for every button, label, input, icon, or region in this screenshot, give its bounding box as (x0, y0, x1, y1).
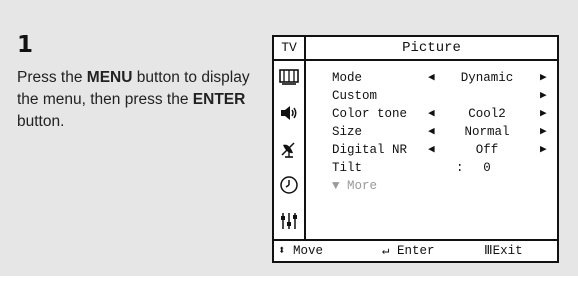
osd-footer: ⬍ Move ↵ Enter ⅢExit (274, 239, 557, 263)
instruction-panel: 1 Press the MENU button to display the m… (0, 0, 578, 276)
menu-row-tilt[interactable]: Tilt : 0 (306, 159, 557, 177)
right-arrow-icon[interactable]: ▶ (540, 69, 547, 87)
exit-hint: ⅢExit (484, 241, 523, 262)
osd-title: Picture (402, 40, 461, 56)
right-arrow-icon[interactable]: ▶ (540, 123, 547, 141)
menu-row-value: 0 (483, 161, 491, 175)
menu-row-label: Size (332, 125, 363, 139)
menu-row-value: Cool2 (468, 107, 506, 121)
right-arrow-icon[interactable]: ▶ (540, 87, 547, 105)
osd-header: TV Picture (274, 37, 557, 61)
more-label: ▼ More (332, 179, 378, 193)
step-number: 1 (17, 32, 34, 58)
menu-key-label: MENU (86, 69, 133, 86)
left-arrow-icon[interactable]: ◀ (428, 141, 435, 159)
osd-source-label: TV (274, 37, 306, 59)
left-arrow-icon[interactable]: ◀ (428, 105, 435, 123)
clock-icon[interactable] (277, 173, 301, 197)
enter-key-label: ENTER (192, 91, 246, 108)
menu-row-label: Digital NR (332, 143, 408, 157)
menu-row-value: Dynamic (460, 71, 514, 85)
exit-label: Exit (492, 244, 523, 258)
picture-icon[interactable] (277, 65, 301, 89)
sound-icon[interactable] (277, 101, 301, 125)
menu-row-digital-nr[interactable]: Digital NR ◀ Off ▶ (306, 141, 557, 159)
menu-row-label: Mode (332, 71, 363, 85)
right-arrow-icon[interactable]: ▶ (540, 141, 547, 159)
instruction-text: Press the MENU button to display the men… (17, 67, 257, 133)
instruction-text-3: button. (17, 113, 65, 130)
channel-antenna-icon[interactable] (277, 137, 301, 161)
instruction-text-1: Press the (17, 69, 87, 86)
setup-icon[interactable] (277, 209, 301, 233)
enter-hint: ↵ Enter (382, 241, 435, 262)
enter-label: Enter (397, 244, 435, 258)
menu-row-value: Normal (464, 125, 510, 139)
osd-menu-body: Mode ◀ Dynamic ▶ Custom ▶ Color tone ◀ C… (306, 61, 557, 239)
left-arrow-icon[interactable]: ◀ (428, 123, 435, 141)
menu-row-value: Off (475, 143, 499, 157)
menu-row-more[interactable]: ▼ More (306, 177, 557, 195)
move-label: Move (293, 244, 324, 258)
menu-row-size[interactable]: Size ◀ Normal ▶ (306, 123, 557, 141)
tv-osd-menu: TV Picture Mode ◀ Dynamic ▶ Custom ▶ Col… (272, 35, 559, 263)
right-arrow-icon[interactable]: ▶ (540, 105, 547, 123)
menu-row-custom[interactable]: Custom ▶ (306, 87, 557, 105)
menu-row-label: Color tone (332, 107, 408, 121)
osd-sidebar (274, 61, 306, 239)
exit-menu-icon: Ⅲ (484, 244, 493, 258)
move-hint: ⬍ Move (278, 241, 323, 262)
move-arrows-icon: ⬍ (278, 244, 286, 258)
menu-row-label: Tilt (332, 161, 363, 175)
menu-row-label: Custom (332, 89, 378, 103)
enter-key-icon: ↵ (382, 244, 390, 258)
menu-row-mode[interactable]: Mode ◀ Dynamic ▶ (306, 69, 557, 87)
left-arrow-icon[interactable]: ◀ (428, 69, 435, 87)
menu-row-color-tone[interactable]: Color tone ◀ Cool2 ▶ (306, 105, 557, 123)
